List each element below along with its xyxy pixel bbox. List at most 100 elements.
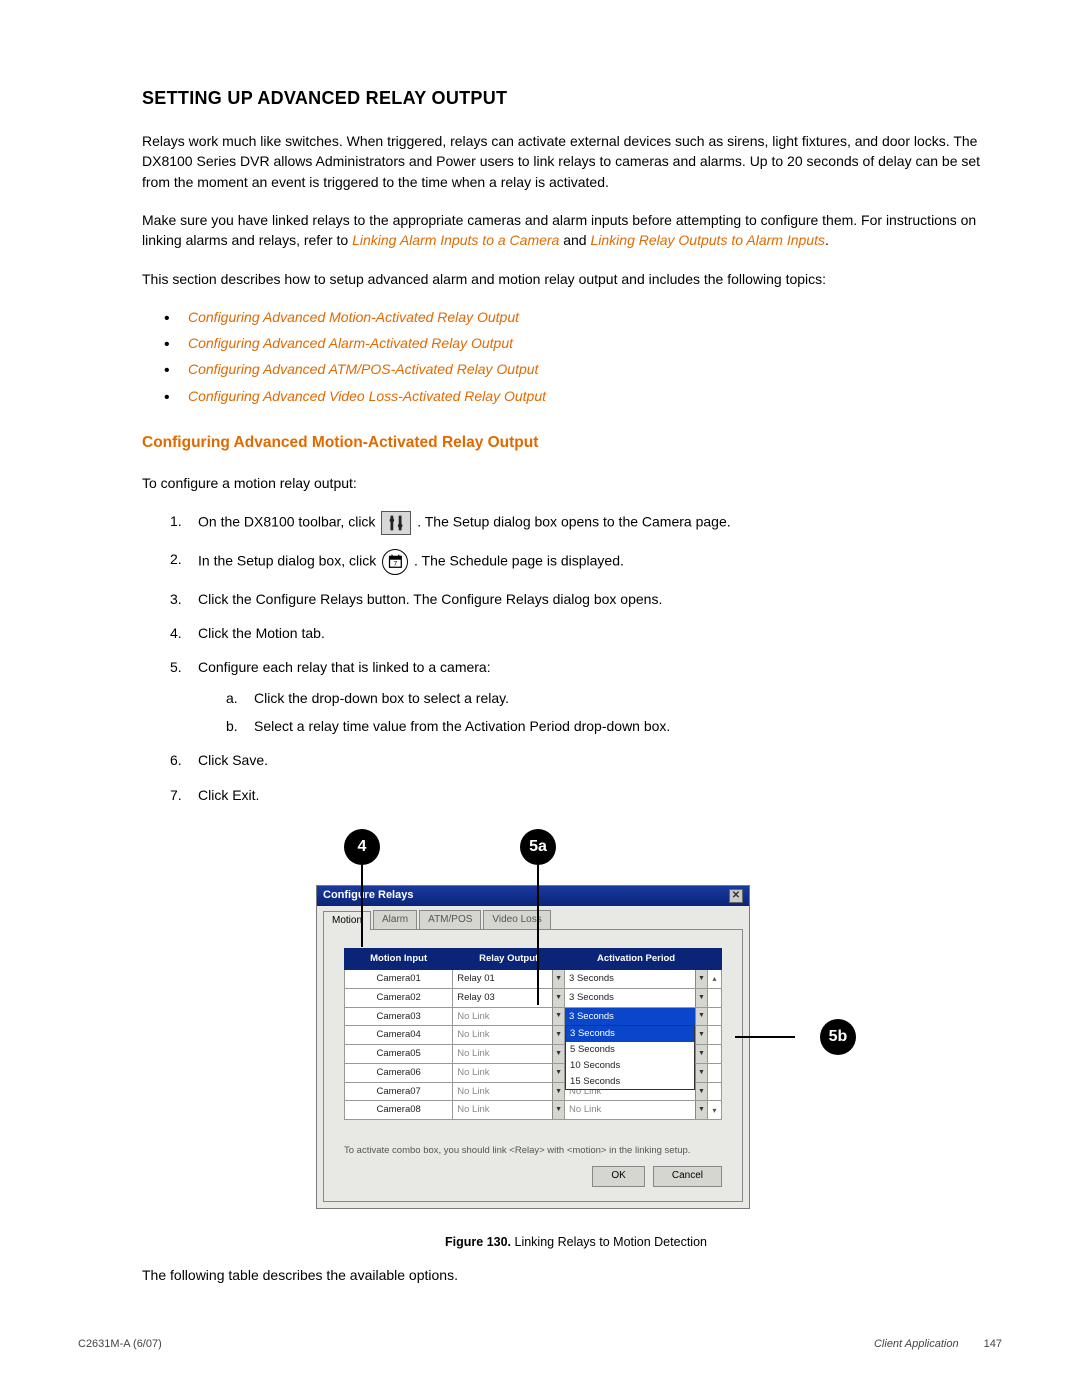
motion-input-cell: Camera04 [345,1026,453,1045]
relay-output-combo[interactable]: No Link▼ [453,1007,565,1026]
tab-atmpos[interactable]: ATM/POS [419,910,481,930]
setup-toolbar-icon [381,511,411,535]
chevron-down-icon[interactable]: ▼ [695,970,707,988]
figure-text: Linking Relays to Motion Detection [511,1235,707,1249]
activation-period-dropdown[interactable]: 3 Seconds5 Seconds10 Seconds15 Seconds [565,1025,695,1090]
link-relay-outputs[interactable]: Linking Relay Outputs to Alarm Inputs [590,232,825,248]
topic-list: Configuring Advanced Motion-Activated Re… [164,307,1010,406]
dropdown-option[interactable]: 15 Seconds [566,1074,694,1090]
dropdown-option[interactable]: 10 Seconds [566,1058,694,1074]
step-5a: Click the drop-down box to select a rela… [254,690,509,706]
dropdown-option[interactable]: 3 Seconds [566,1026,694,1042]
tab-alarm[interactable]: Alarm [373,910,417,930]
chevron-down-icon[interactable]: ▼ [552,1045,564,1063]
callout-line [361,865,363,947]
step-5: Configure each relay that is linked to a… [198,659,491,675]
callout-5a: 5a [520,829,556,865]
chevron-down-icon[interactable]: ▼ [552,970,564,988]
cancel-button[interactable]: Cancel [653,1166,722,1187]
dialog-titlebar: Configure Relays ✕ [317,886,749,906]
motion-input-cell: Camera05 [345,1045,453,1064]
figure-label: Figure 130. [445,1235,511,1249]
step-6: Click Save. [198,752,268,768]
chevron-down-icon[interactable]: ▼ [552,1064,564,1082]
step-5b: Select a relay time value from the Activ… [254,718,670,734]
section-heading: Configuring Advanced Motion-Activated Re… [142,432,1010,454]
link-atmpos-output[interactable]: Configuring Advanced ATM/POS-Activated R… [188,361,538,377]
link-motion-output[interactable]: Configuring Advanced Motion-Activated Re… [188,309,519,325]
scrollbar-cell[interactable]: ▴ [708,970,722,989]
dialog-tabs: Motion Alarm ATM/POS Video Loss [317,906,749,930]
dialog-hint: To activate combo box, you should link <… [344,1144,722,1158]
close-icon[interactable]: ✕ [729,889,743,903]
relay-output-combo[interactable]: No Link▼ [453,1026,565,1045]
link-alarm-output[interactable]: Configuring Advanced Alarm-Activated Rel… [188,335,513,351]
tab-motion[interactable]: Motion [323,911,371,931]
motion-input-cell: Camera08 [345,1101,453,1120]
relay-output-combo[interactable]: Relay 03▼ [453,988,565,1007]
chevron-down-icon[interactable]: ▼ [695,1008,707,1026]
page-footer: C2631M-A (6/07) Client Application 147 [78,1337,1002,1353]
chevron-down-icon[interactable]: ▼ [552,1008,564,1026]
procedure-intro: To configure a motion relay output: [142,473,1010,493]
figure-wrapper: 4 5a 5b Configure Relays ✕ Motion Alarm … [316,829,836,1153]
page-title: SETTING UP ADVANCED RELAY OUTPUT [142,85,1010,111]
callout-5b: 5b [820,1019,856,1055]
activation-period-combo[interactable]: 3 Seconds▼3 Seconds5 Seconds10 Seconds15… [565,1007,708,1026]
step-3: Click the Configure Relays button. The C… [198,591,662,607]
figure-caption: Figure 130. Linking Relays to Motion Det… [142,1233,1010,1251]
col-motion-input: Motion Input [345,949,453,970]
scrollbar-cell[interactable] [708,1082,722,1101]
intro-paragraph-1: Relays work much like switches. When tri… [142,131,1010,192]
chevron-down-icon[interactable]: ▼ [695,1101,707,1119]
text: and [559,232,590,248]
table-row: Camera08No Link▼No Link▼▾ [345,1101,722,1120]
table-row: Camera01Relay 01▼3 Seconds▼▴ [345,970,722,989]
motion-input-cell: Camera06 [345,1063,453,1082]
chevron-down-icon[interactable]: ▼ [552,1026,564,1044]
motion-input-cell: Camera01 [345,970,453,989]
tab-videoloss[interactable]: Video Loss [483,910,550,930]
relay-output-combo[interactable]: No Link▼ [453,1045,565,1064]
scrollbar-cell[interactable] [708,1045,722,1064]
relay-output-combo[interactable]: Relay 01▼ [453,970,565,989]
chevron-down-icon[interactable]: ▼ [695,1083,707,1101]
activation-period-combo[interactable]: 3 Seconds▼ [565,988,708,1007]
relay-output-combo[interactable]: No Link▼ [453,1063,565,1082]
intro-paragraph-2: Make sure you have linked relays to the … [142,210,1010,251]
table-row: Camera03No Link▼3 Seconds▼3 Seconds5 Sec… [345,1007,722,1026]
chevron-down-icon[interactable]: ▼ [695,1064,707,1082]
chevron-down-icon[interactable]: ▼ [695,989,707,1007]
relay-output-combo[interactable]: No Link▼ [453,1082,565,1101]
chevron-down-icon[interactable]: ▼ [552,1101,564,1119]
dropdown-option[interactable]: 5 Seconds [566,1042,694,1058]
scrollbar-cell[interactable] [708,1026,722,1045]
step-7: Click Exit. [198,787,259,803]
chevron-down-icon[interactable]: ▼ [695,1045,707,1063]
svg-text:7: 7 [393,560,397,567]
scrollbar-cell[interactable] [708,988,722,1007]
step-2b: . The Schedule page is displayed. [414,553,624,569]
table-row: Camera02Relay 03▼3 Seconds▼ [345,988,722,1007]
col-relay-output: Relay Output [453,949,565,970]
callout-line [735,1036,795,1038]
footer-left: C2631M-A (6/07) [78,1337,162,1353]
link-alarm-inputs[interactable]: Linking Alarm Inputs to a Camera [352,232,559,248]
relay-output-combo[interactable]: No Link▼ [453,1101,565,1120]
activation-period-combo[interactable]: No Link▼ [565,1101,708,1120]
scrollbar-cell[interactable] [708,1063,722,1082]
scrollbar-cell[interactable]: ▾ [708,1101,722,1120]
ok-button[interactable]: OK [592,1166,644,1187]
link-videoloss-output[interactable]: Configuring Advanced Video Loss-Activate… [188,388,546,404]
step-1a: On the DX8100 toolbar, click [198,514,379,530]
configure-relays-dialog: Configure Relays ✕ Motion Alarm ATM/POS … [316,885,750,1209]
activation-period-combo[interactable]: 3 Seconds▼ [565,970,708,989]
dialog-title: Configure Relays [323,888,413,904]
chevron-down-icon[interactable]: ▼ [552,989,564,1007]
footer-section: Client Application [874,1338,959,1350]
chevron-down-icon[interactable]: ▼ [695,1026,707,1044]
step-2a: In the Setup dialog box, click [198,553,380,569]
callout-line [537,865,539,1005]
scrollbar-cell[interactable] [708,1007,722,1026]
chevron-down-icon[interactable]: ▼ [552,1083,564,1101]
